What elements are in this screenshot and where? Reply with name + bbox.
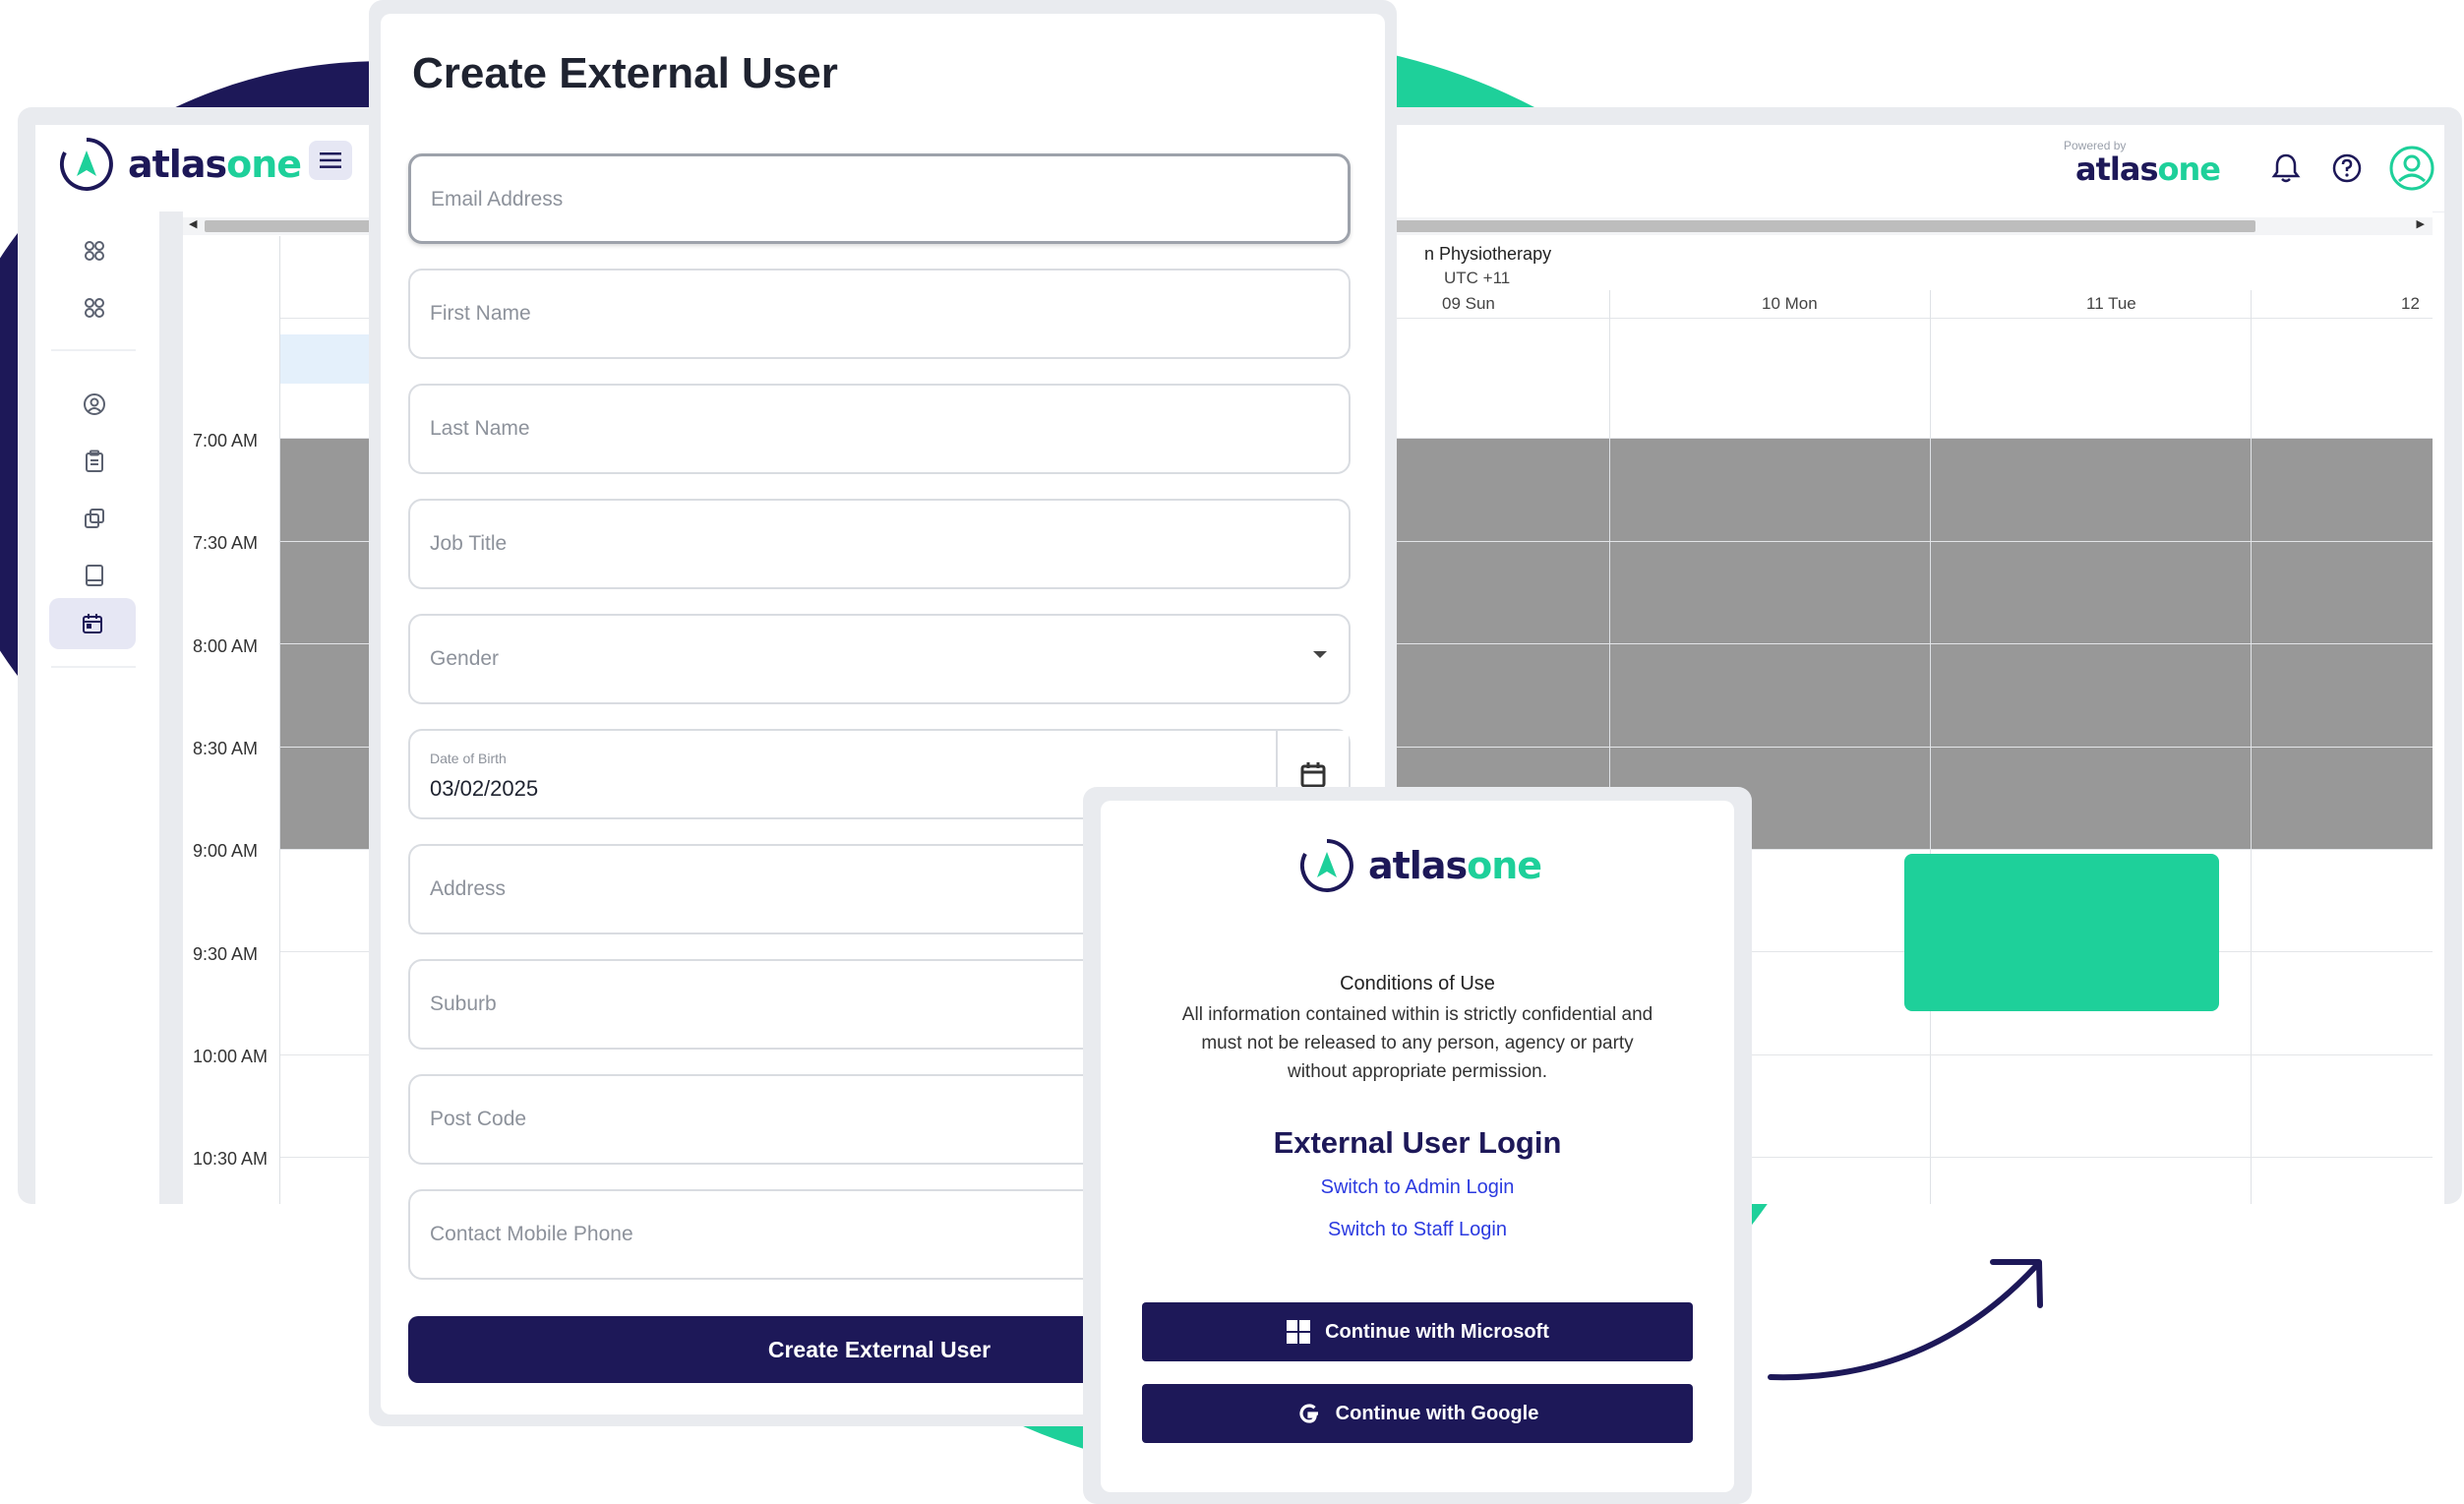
- sidebar-item-library[interactable]: [75, 556, 114, 595]
- date-of-birth-value: 03/02/2025: [430, 776, 539, 801]
- powered-by-logo: atlas one: [2075, 150, 2221, 188]
- login-card: atlas one Conditions of Use All informati…: [1101, 801, 1734, 1492]
- profile-button[interactable]: [2386, 143, 2437, 194]
- sidebar-item-dashboard[interactable]: [75, 231, 114, 271]
- scroll-right-icon[interactable]: ▶: [2417, 217, 2425, 230]
- scroll-left-icon[interactable]: ◀: [189, 217, 197, 230]
- sidebar-item-documents[interactable]: [75, 499, 114, 538]
- copy-icon: [85, 509, 104, 528]
- time-column: 7:00 AM 7:30 AM 8:00 AM 8:30 AM 9:00 AM …: [183, 236, 280, 1204]
- time-label: 10:00 AM: [193, 1047, 269, 1066]
- switch-admin-login-link[interactable]: Switch to Admin Login: [1101, 1176, 1734, 1199]
- time-label: 7:00 AM: [193, 431, 259, 451]
- suburb-placeholder: Suburb: [430, 993, 497, 1015]
- sidebar: [35, 211, 159, 1204]
- google-icon: [1299, 1404, 1318, 1423]
- last-name-field[interactable]: Last Name: [408, 384, 1351, 474]
- continue-google-button[interactable]: Continue with Google: [1142, 1384, 1693, 1443]
- page-title: Create External User: [412, 49, 838, 97]
- sidebar-divider: [51, 666, 136, 668]
- login-logo: atlas one: [1297, 836, 1542, 895]
- microsoft-icon: [1287, 1320, 1311, 1344]
- book-icon: [86, 565, 103, 586]
- day-header: 09 Sun: [1442, 294, 1495, 313]
- logo-word-one: one: [2157, 150, 2221, 188]
- sidebar-item-users[interactable]: [75, 385, 114, 424]
- job-title-placeholder: Job Title: [430, 532, 508, 555]
- continue-google-label: Continue with Google: [1335, 1402, 1539, 1424]
- time-label: 8:00 AM: [193, 636, 259, 656]
- brand-logo[interactable]: atlas one: [57, 135, 302, 194]
- day-header: 10 Mon: [1762, 294, 1818, 313]
- post-code-placeholder: Post Code: [430, 1108, 527, 1130]
- conditions-line: without appropriate permission.: [1287, 1061, 1548, 1082]
- continue-microsoft-button[interactable]: Continue with Microsoft: [1142, 1302, 1693, 1361]
- continue-microsoft-label: Continue with Microsoft: [1325, 1320, 1549, 1343]
- conditions-text: All information contained within is stri…: [1140, 1000, 1695, 1086]
- first-name-field[interactable]: First Name: [408, 269, 1351, 359]
- resource-name: n Physiotherapy: [1424, 244, 1552, 264]
- help-icon: [2332, 153, 2362, 183]
- menu-toggle-button[interactable]: [309, 141, 352, 180]
- switch-staff-login-link[interactable]: Switch to Staff Login: [1101, 1219, 1734, 1241]
- clipboard-icon: [86, 450, 103, 472]
- help-button[interactable]: [2327, 149, 2367, 188]
- mobile-phone-placeholder: Contact Mobile Phone: [430, 1223, 633, 1245]
- conditions-line: All information contained within is stri…: [1181, 1004, 1653, 1025]
- sidebar-divider: [51, 349, 136, 351]
- apps-icon: [85, 241, 104, 261]
- logo-word-atlas: atlas: [2075, 150, 2158, 188]
- logo-word-atlas: atlas: [128, 143, 227, 186]
- user-icon: [2389, 146, 2434, 191]
- sidebar-item-calendar[interactable]: [49, 598, 136, 649]
- login-panel: atlas one Conditions of Use All informati…: [1083, 787, 1752, 1504]
- logo-word-one: one: [226, 143, 302, 186]
- logo-word-one: one: [1467, 844, 1542, 887]
- sidebar-item-modules[interactable]: [75, 288, 114, 328]
- address-placeholder: Address: [430, 877, 507, 900]
- calendar-icon: [83, 614, 102, 633]
- conditions-line: must not be released to any person, agen…: [1201, 1033, 1634, 1053]
- gender-placeholder: Gender: [430, 647, 500, 670]
- date-of-birth-label: Date of Birth: [430, 751, 507, 766]
- logo-mark-icon: [1299, 839, 1353, 892]
- last-name-placeholder: Last Name: [430, 417, 530, 440]
- logo-mark-icon: [59, 138, 113, 191]
- job-title-field[interactable]: Job Title: [408, 499, 1351, 589]
- timezone-label: UTC +11: [1444, 269, 1511, 287]
- apps-icon: [85, 298, 104, 318]
- sidebar-gutter: [159, 211, 183, 1204]
- time-label: 8:30 AM: [193, 739, 259, 758]
- time-label: 9:30 AM: [193, 944, 259, 964]
- user-circle-icon: [84, 393, 105, 415]
- time-label: 7:30 AM: [193, 533, 259, 553]
- curved-arrow-icon: [1768, 1259, 2043, 1381]
- email-placeholder: Email Address: [431, 188, 564, 211]
- login-title: External User Login: [1273, 1125, 1562, 1160]
- gender-select[interactable]: Gender: [408, 614, 1351, 704]
- conditions-title: Conditions of Use: [1340, 973, 1495, 994]
- email-field[interactable]: Email Address: [408, 153, 1351, 244]
- day-header: 11 Tue: [2086, 294, 2136, 313]
- time-label: 9:00 AM: [193, 841, 259, 861]
- time-label: 10:30 AM: [193, 1149, 269, 1169]
- first-name-placeholder: First Name: [430, 302, 531, 325]
- hamburger-icon: [320, 152, 341, 168]
- calendar-icon: [1300, 762, 1326, 788]
- chevron-down-icon: [1313, 651, 1327, 658]
- logo-word-atlas: atlas: [1368, 844, 1468, 887]
- bell-icon: [2271, 153, 2301, 183]
- day-header: 12: [2401, 294, 2420, 313]
- notifications-button[interactable]: [2266, 149, 2306, 188]
- sidebar-item-forms[interactable]: [75, 442, 114, 481]
- calendar-event[interactable]: [1904, 854, 2219, 1011]
